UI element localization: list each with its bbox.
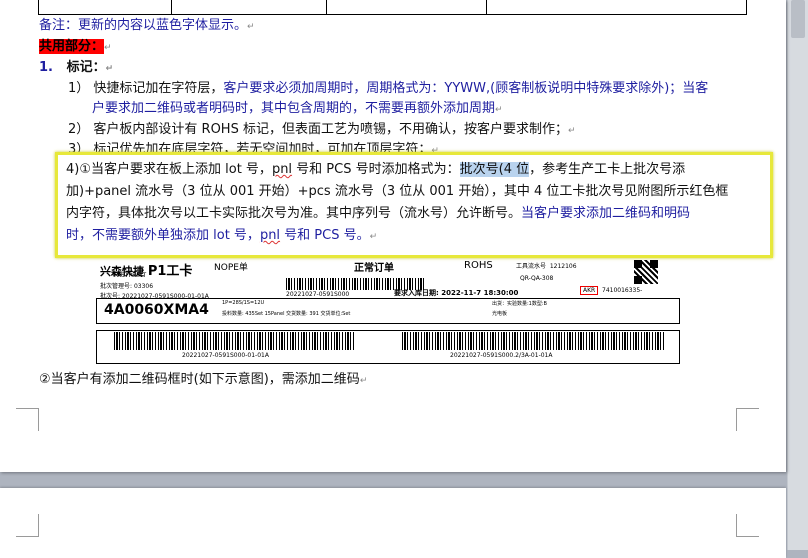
item-3: 3） 标记优先加在底层字符，若无空间加时，可加在顶层字符；↵	[68, 142, 439, 152]
part-number: 4A0060XMA4	[104, 302, 209, 318]
section-title: 共用部分：↵	[39, 39, 112, 54]
red-batch-box: AKR	[580, 286, 599, 295]
crop-mark-tl	[16, 514, 39, 537]
note-line: 备注：更新的内容以蓝色字体显示。↵	[39, 18, 255, 33]
spec-line: 1P=28S/1S=12U	[222, 300, 265, 306]
surface-type: 光电板	[492, 311, 508, 317]
nope-label: NOPE单	[214, 263, 248, 273]
crop-mark-bl	[16, 408, 39, 431]
barcode-2-text: 20221027-0591S000.2/3A-01-01A	[450, 352, 553, 359]
selected-text: 批次号(4 位	[459, 162, 530, 177]
list-heading: 1. 标记：↵	[39, 60, 114, 75]
company-en: FASTPRINT	[114, 272, 147, 279]
qr-label: QR-QA-308	[520, 275, 554, 282]
item-4-line-1: 4)①当客户要求在板上添加 lot 号，pnl 号和 PCS 号时添加格式为：批…	[66, 162, 686, 177]
item-4-part-2: ②当客户有添加二维码框时(如下示意图)，需添加二维码↵	[39, 372, 368, 387]
order-type: 正常订单	[354, 263, 394, 274]
table-bottom-row	[38, 0, 747, 15]
item-4-line-4: 时，不需要额外单独添加 lot 号，pnl 号和 PCS 号。↵	[66, 228, 378, 243]
quantity-line: 投料数量: 435Set 15Panel 交货数量: 391 交货单位:Set	[222, 311, 351, 317]
qr-code	[634, 260, 658, 284]
flow-number: 工具流水号 1212106	[516, 263, 577, 270]
barcode-1	[114, 332, 354, 350]
item-4-line-2: 加)+panel 流水号（3 位从 001 开始）+pcs 流水号（3 位从 0…	[66, 184, 729, 199]
rohs-label: ROHS	[464, 260, 493, 271]
barcode-small-text: 20221027-0591S000	[286, 291, 350, 298]
barcode-2	[402, 332, 664, 350]
item-1-line-2: 户要求加二维码或者明码时，其中包含周期的，不需要再额外添加周期↵	[92, 101, 503, 116]
due-date: 要求入库日期: 2022-11-7 18:30:00	[394, 289, 519, 297]
next-page	[0, 488, 786, 558]
crop-mark-tr	[736, 514, 759, 537]
barcode-1-text: 20221027-0591S000-01-01A	[182, 352, 269, 359]
scrollbar-thumb[interactable]	[791, 0, 805, 38]
ship-info: 出货：实验数量:1数型:B	[492, 301, 547, 307]
item-4-line-3: 内字符，具体批次号以工卡实际批次号为准。其中序列号（流水号）允许断号。当客户要求…	[66, 206, 691, 221]
work-card-image: 兴森快捷 P1工卡 FASTPRINT NOPE单 正常订单 ROHS 工具流水…	[96, 256, 680, 364]
crop-mark-br	[736, 408, 759, 431]
item-1-line-1: 1） 快捷标记加在字符层，客户要求必须加周期时，周期格式为：YYWW,(顾客制板…	[68, 81, 709, 96]
item-2: 2） 客户板内部设计有 ROHS 标记，但表面工艺为喷锡，不用确认，按客户要求制…	[68, 122, 576, 137]
red-box-tail: 7410016335-	[602, 287, 643, 294]
document-page: 备注：更新的内容以蓝色字体显示。↵ 共用部分：↵ 1. 标记：↵ 1） 快捷标记…	[0, 0, 786, 472]
batch-manager: 批次管理号: 03306	[100, 283, 154, 290]
vertical-scrollbar[interactable]	[787, 0, 808, 550]
